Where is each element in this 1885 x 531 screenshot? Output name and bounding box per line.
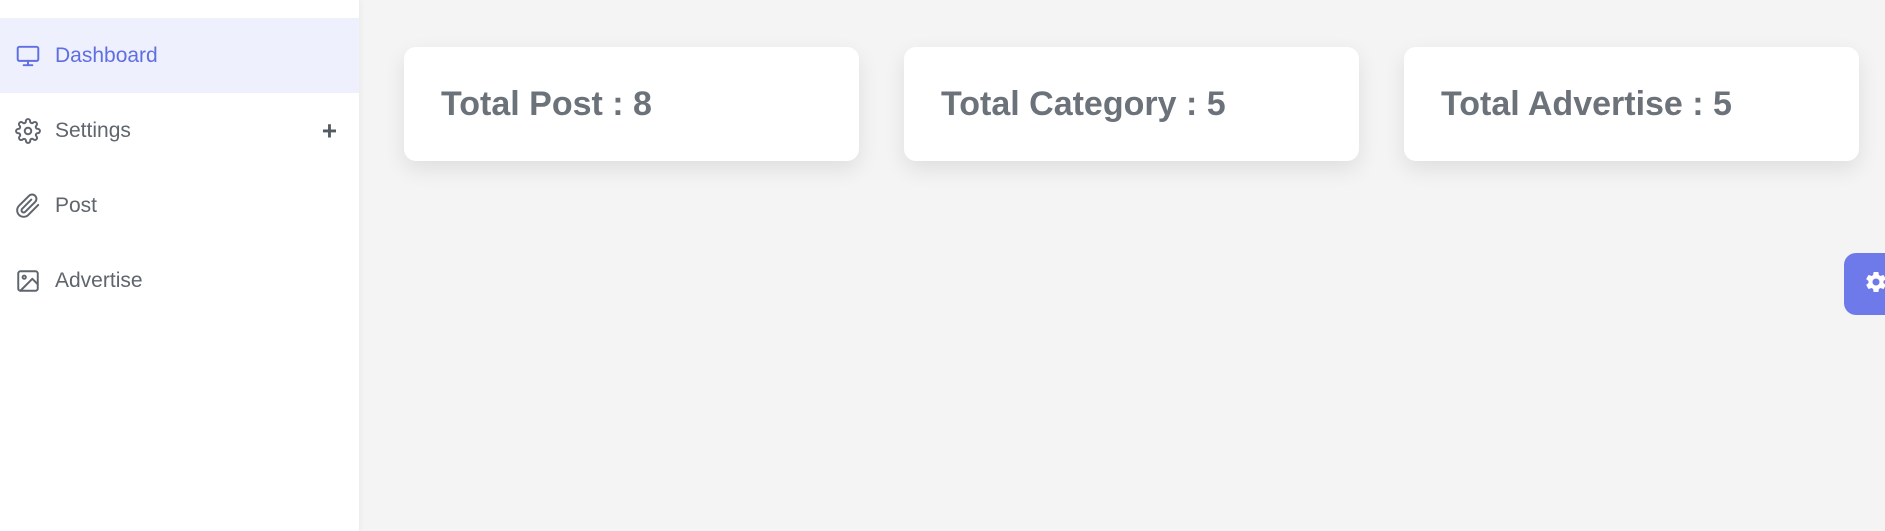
paperclip-icon xyxy=(14,192,42,220)
sidebar-item-label: Dashboard xyxy=(55,43,158,67)
sidebar-item-label: Settings xyxy=(55,118,131,142)
stat-card-total-advertise: Total Advertise : 5 xyxy=(1404,47,1859,161)
stat-card-title: Total Post : 8 xyxy=(441,84,652,123)
settings-toggle-button[interactable] xyxy=(1844,253,1885,315)
image-icon xyxy=(14,267,42,295)
gear-icon xyxy=(1864,270,1885,299)
stat-card-total-post: Total Post : 8 xyxy=(404,47,859,161)
stat-card-title: Total Advertise : 5 xyxy=(1441,84,1732,123)
sidebar-item-settings[interactable]: Settings + xyxy=(0,93,359,168)
sidebar-item-label: Post xyxy=(55,193,98,217)
gear-icon xyxy=(14,117,42,145)
app-root: Dashboard Settings + Post Advertise Tota… xyxy=(0,0,1885,531)
sidebar: Dashboard Settings + Post Advertise xyxy=(0,0,359,531)
stat-card-title: Total Category : 5 xyxy=(941,84,1226,123)
sidebar-item-dashboard[interactable]: Dashboard xyxy=(0,18,359,93)
sidebar-item-post[interactable]: Post xyxy=(0,168,359,243)
stat-card-total-category: Total Category : 5 xyxy=(904,47,1359,161)
sidebar-item-label: Advertise xyxy=(55,268,143,292)
sidebar-item-advertise[interactable]: Advertise xyxy=(0,243,359,318)
monitor-icon xyxy=(14,42,42,70)
expand-plus-icon[interactable]: + xyxy=(322,115,337,146)
